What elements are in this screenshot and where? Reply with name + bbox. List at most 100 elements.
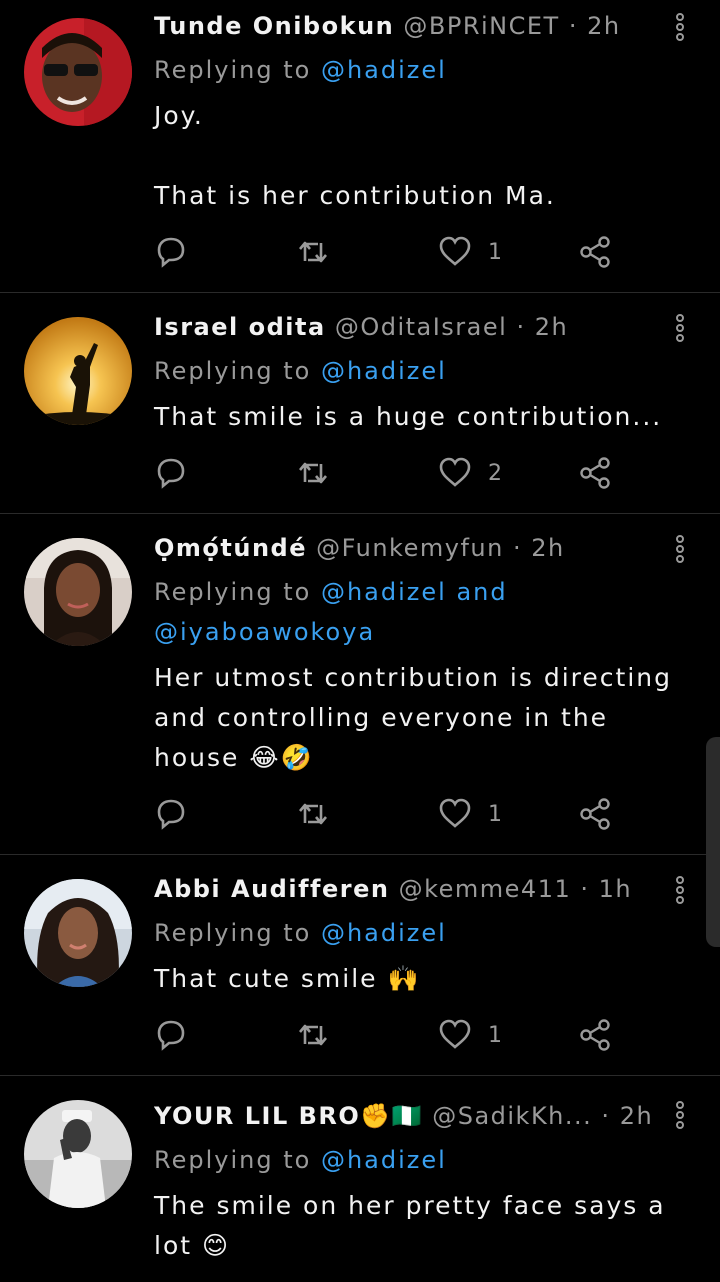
like-count: 2 (488, 460, 502, 486)
retweet-icon (299, 1024, 327, 1046)
like-button[interactable]: 2 (438, 453, 502, 493)
user-handle[interactable]: @SadikKh... (432, 1102, 592, 1130)
replying-prefix: Replying to (154, 56, 321, 84)
display-name[interactable]: Abbi Audifferen (154, 875, 389, 903)
replying-to: Replying to @hadizel and (154, 578, 508, 606)
avatar-image (24, 317, 132, 425)
tweet-header: Abbi Audifferen @kemme411 · 1h (154, 875, 660, 903)
display-name[interactable]: Ọmọ́túndé (154, 534, 307, 562)
timestamp: 2h (534, 313, 569, 341)
like-button[interactable]: 1 (438, 794, 502, 834)
mention-link[interactable]: @iyaboawokoya (154, 618, 375, 646)
like-icon (439, 236, 471, 266)
avatar[interactable] (24, 879, 132, 987)
more-icon[interactable] (668, 875, 692, 911)
user-handle[interactable]: @BPRiNCET (403, 12, 559, 40)
user-handle[interactable]: @Funkemyfun (316, 534, 504, 562)
replying-and: and (456, 578, 508, 606)
like-button[interactable]: 1 (438, 232, 502, 272)
share-button[interactable] (578, 1015, 612, 1055)
tweet-text: The smile on her pretty face says a lot … (154, 1191, 676, 1260)
avatar[interactable] (24, 18, 132, 126)
display-name[interactable]: Tunde Onibokun (154, 12, 394, 40)
separator: · (516, 313, 526, 341)
share-button[interactable] (578, 232, 612, 272)
share-icon (580, 798, 610, 830)
display-name[interactable]: Israel odita (154, 313, 326, 341)
separator: · (512, 534, 523, 562)
action-bar: 2 (154, 453, 624, 493)
user-handle[interactable]: @OditaIsrael (335, 313, 508, 341)
tweet[interactable]: Tunde Onibokun @BPRiNCET · 2h Replying t… (0, 0, 720, 292)
reply-icon (157, 458, 185, 489)
timestamp: 2h (531, 534, 565, 562)
mention-link[interactable]: @hadizel (321, 56, 447, 84)
replying-to: Replying to @hadizel (154, 1146, 447, 1174)
share-icon (580, 457, 610, 489)
tweet-text: That cute smile 🙌 (154, 964, 421, 993)
mention-link[interactable]: @hadizel (321, 357, 447, 385)
tweet-text: That smile is a huge contribution... (154, 402, 663, 431)
replying-to: Replying to @hadizel (154, 919, 447, 947)
tweet[interactable]: Israel odita @OditaIsrael · 2h Replying … (0, 293, 720, 513)
reply-button[interactable] (154, 794, 188, 834)
avatar-image (24, 879, 132, 987)
more-icon[interactable] (668, 534, 692, 570)
more-icon[interactable] (668, 12, 692, 48)
more-icon[interactable] (668, 313, 692, 349)
timestamp: 2h (587, 12, 621, 40)
replying-prefix: Replying to (154, 1146, 321, 1174)
tweet-header: Tunde Onibokun @BPRiNCET · 2h (154, 12, 660, 40)
separator: · (568, 12, 578, 40)
separator: · (580, 875, 590, 903)
like-count: 1 (488, 801, 502, 827)
like-button[interactable]: 1 (438, 1015, 502, 1055)
user-handle[interactable]: @kemme411 (399, 875, 572, 903)
avatar-image (24, 18, 132, 126)
avatar[interactable] (24, 538, 132, 646)
tweet-header: Israel odita @OditaIsrael · 2h (154, 313, 660, 341)
tweet[interactable]: Ọmọ́túndé @Funkemyfun · 2h Replying to @… (0, 514, 720, 854)
retweet-button[interactable] (296, 232, 330, 272)
display-name[interactable]: YOUR LIL BRO✊🇳🇬 (154, 1102, 423, 1130)
like-icon (439, 1019, 471, 1049)
like-icon (439, 457, 471, 487)
timestamp: 1h (598, 875, 633, 903)
mention-link[interactable]: @hadizel (321, 1146, 447, 1174)
mention-link[interactable]: @hadizel (321, 578, 447, 606)
replying-prefix: Replying to (154, 578, 321, 606)
avatar[interactable] (24, 317, 132, 425)
action-bar: 1 (154, 1015, 624, 1055)
retweet-icon (299, 241, 327, 263)
more-icon[interactable] (668, 1100, 692, 1136)
retweet-button[interactable] (296, 453, 330, 493)
retweet-icon (299, 803, 327, 825)
tweet-text: Her utmost contribution is directing and… (154, 663, 682, 772)
tweet[interactable]: YOUR LIL BRO✊🇳🇬 @SadikKh... · 2h Replyin… (0, 1076, 720, 1282)
reply-button[interactable] (154, 232, 188, 272)
share-button[interactable] (578, 794, 612, 834)
tweet-header: Ọmọ́túndé @Funkemyfun · 2h (154, 534, 660, 562)
tweet-header: YOUR LIL BRO✊🇳🇬 @SadikKh... · 2h (154, 1102, 660, 1130)
avatar-image (24, 1100, 132, 1208)
share-icon (580, 1019, 610, 1051)
retweet-button[interactable] (296, 1015, 330, 1055)
mention-link[interactable]: @hadizel (321, 919, 447, 947)
share-button[interactable] (578, 453, 612, 493)
like-count: 1 (488, 1022, 502, 1048)
reply-icon (157, 799, 185, 830)
action-bar: 1 (154, 232, 624, 272)
retweet-icon (299, 462, 327, 484)
retweet-button[interactable] (296, 794, 330, 834)
timestamp: 2h (619, 1102, 654, 1130)
reply-icon (157, 237, 185, 268)
avatar[interactable] (24, 1100, 132, 1208)
reply-button[interactable] (154, 1015, 188, 1055)
tweet-text: Joy. That is her contribution Ma. (154, 101, 556, 210)
action-bar: 1 (154, 794, 624, 834)
reply-button[interactable] (154, 453, 188, 493)
scrollbar[interactable] (706, 737, 720, 947)
replying-prefix: Replying to (154, 919, 321, 947)
like-icon (439, 798, 471, 828)
tweet[interactable]: Abbi Audifferen @kemme411 · 1h Replying … (0, 855, 720, 1075)
